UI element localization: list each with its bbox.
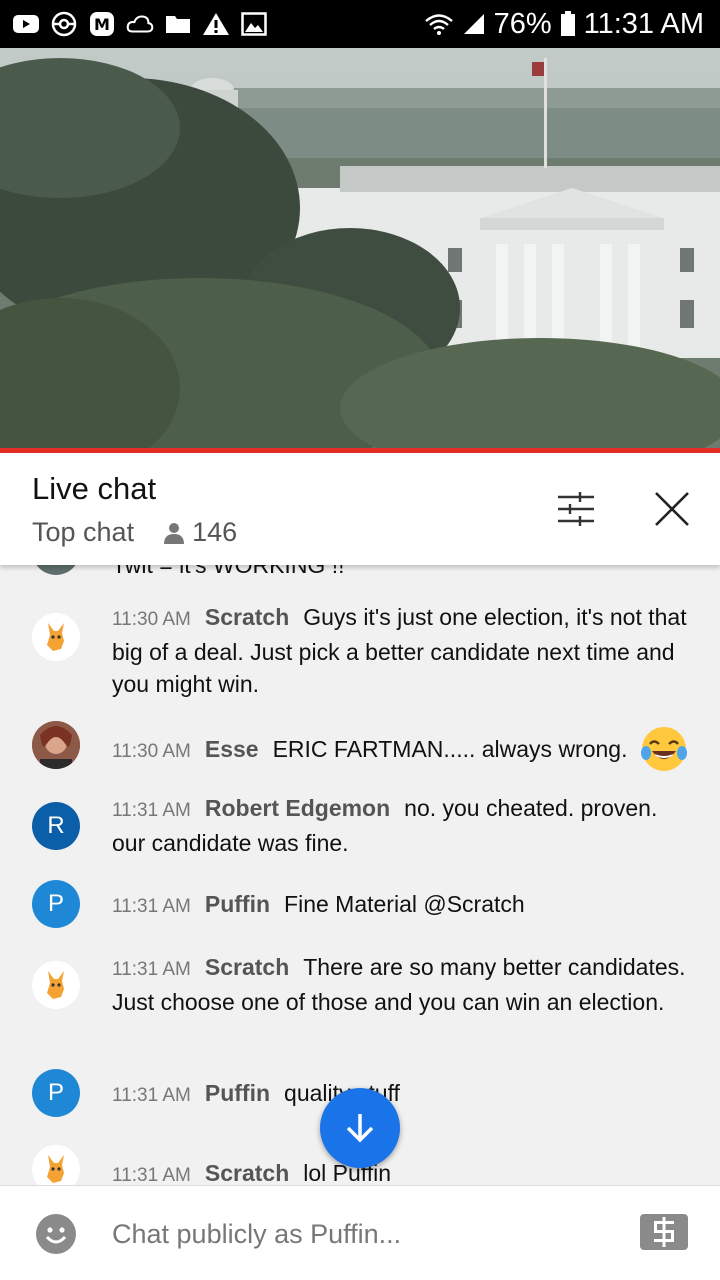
avatar-letter: R [47,812,65,839]
dollar-icon [654,1217,674,1247]
smiley-icon [45,1227,67,1244]
chat-mode-label: Top chat [32,517,135,547]
chat-header: Live chat Top chat 146 [0,453,720,565]
sliders-icon [558,492,594,526]
message-time: 11:31 AM [112,1085,191,1106]
message-author[interactable]: Puffin [205,1080,270,1106]
message-text: Fine Material @Scratch [284,891,525,917]
message-author[interactable]: Scratch [205,954,289,980]
scratch-cat-avatar[interactable] [32,1145,80,1185]
svg-text:M: M [94,15,110,34]
battery-percent: 76% [493,7,552,40]
avatar-initial[interactable]: P [32,880,80,928]
chat-input-bar [0,1185,720,1280]
filter-button[interactable] [552,485,600,533]
video-frame [0,48,720,452]
message-text: Twit = it's WORKING !! [112,565,345,578]
message-author[interactable]: Robert Edgemon [205,795,390,821]
avatar-letter: P [47,1079,64,1106]
super-chat-button[interactable] [640,1214,688,1250]
message-time: 11:30 AM [112,609,191,630]
emoji-picker-button[interactable] [36,1214,76,1254]
signal-icon [462,12,486,36]
avatar-initial[interactable]: R [32,802,80,850]
cloud-icon [126,10,154,38]
pokeball-icon [50,10,78,38]
message-time: 11:31 AM [112,896,191,917]
status-bar: M 76% 11:31 AM [0,0,720,48]
message-author[interactable]: Esse [205,736,259,762]
image-icon [240,10,268,38]
message-text: ERIC FARTMAN..... always wrong. [272,736,628,762]
video-player[interactable] [0,48,720,452]
avatar-initial[interactable]: P [32,1069,80,1117]
viewer-count: 146 [162,517,237,548]
close-chat-button[interactable] [648,485,696,533]
warning-icon [202,10,230,38]
message-text: There are so many better candidates. Jus… [112,954,686,1015]
message-author[interactable]: Scratch [205,1160,289,1185]
message-text: Guys it's just one election, it's not th… [112,604,687,697]
message-time: 11:31 AM [112,1165,191,1185]
chat-mode-selector[interactable]: Top chat 146 [32,517,237,548]
wifi-icon [424,12,454,36]
arrow-down-icon [346,1114,374,1143]
clock: 11:31 AM [583,7,704,40]
battery-icon [560,11,576,37]
message-time: 11:30 AM [112,741,191,762]
avatar-letter: P [47,890,64,917]
message-author[interactable]: Puffin [205,891,270,917]
avatar [32,565,80,575]
person-icon [164,522,185,544]
scratch-cat-avatar[interactable] [32,613,80,661]
m-app-icon: M [88,10,116,38]
laughing-crying-emoji-icon [641,727,687,771]
chat-message-input[interactable] [112,1214,592,1254]
message-author[interactable]: Scratch [205,604,289,630]
folder-icon [164,10,192,38]
youtube-icon [12,10,40,38]
message-time: 11:31 AM [112,959,191,980]
close-icon [655,492,689,526]
scroll-to-latest-button[interactable] [320,1088,400,1168]
viewer-count-value: 146 [192,517,238,547]
message-time: 11:31 AM [112,800,191,821]
scratch-cat-avatar[interactable] [32,961,80,1009]
chat-title: Live chat [32,471,157,506]
profile-photo-avatar[interactable] [32,721,80,769]
